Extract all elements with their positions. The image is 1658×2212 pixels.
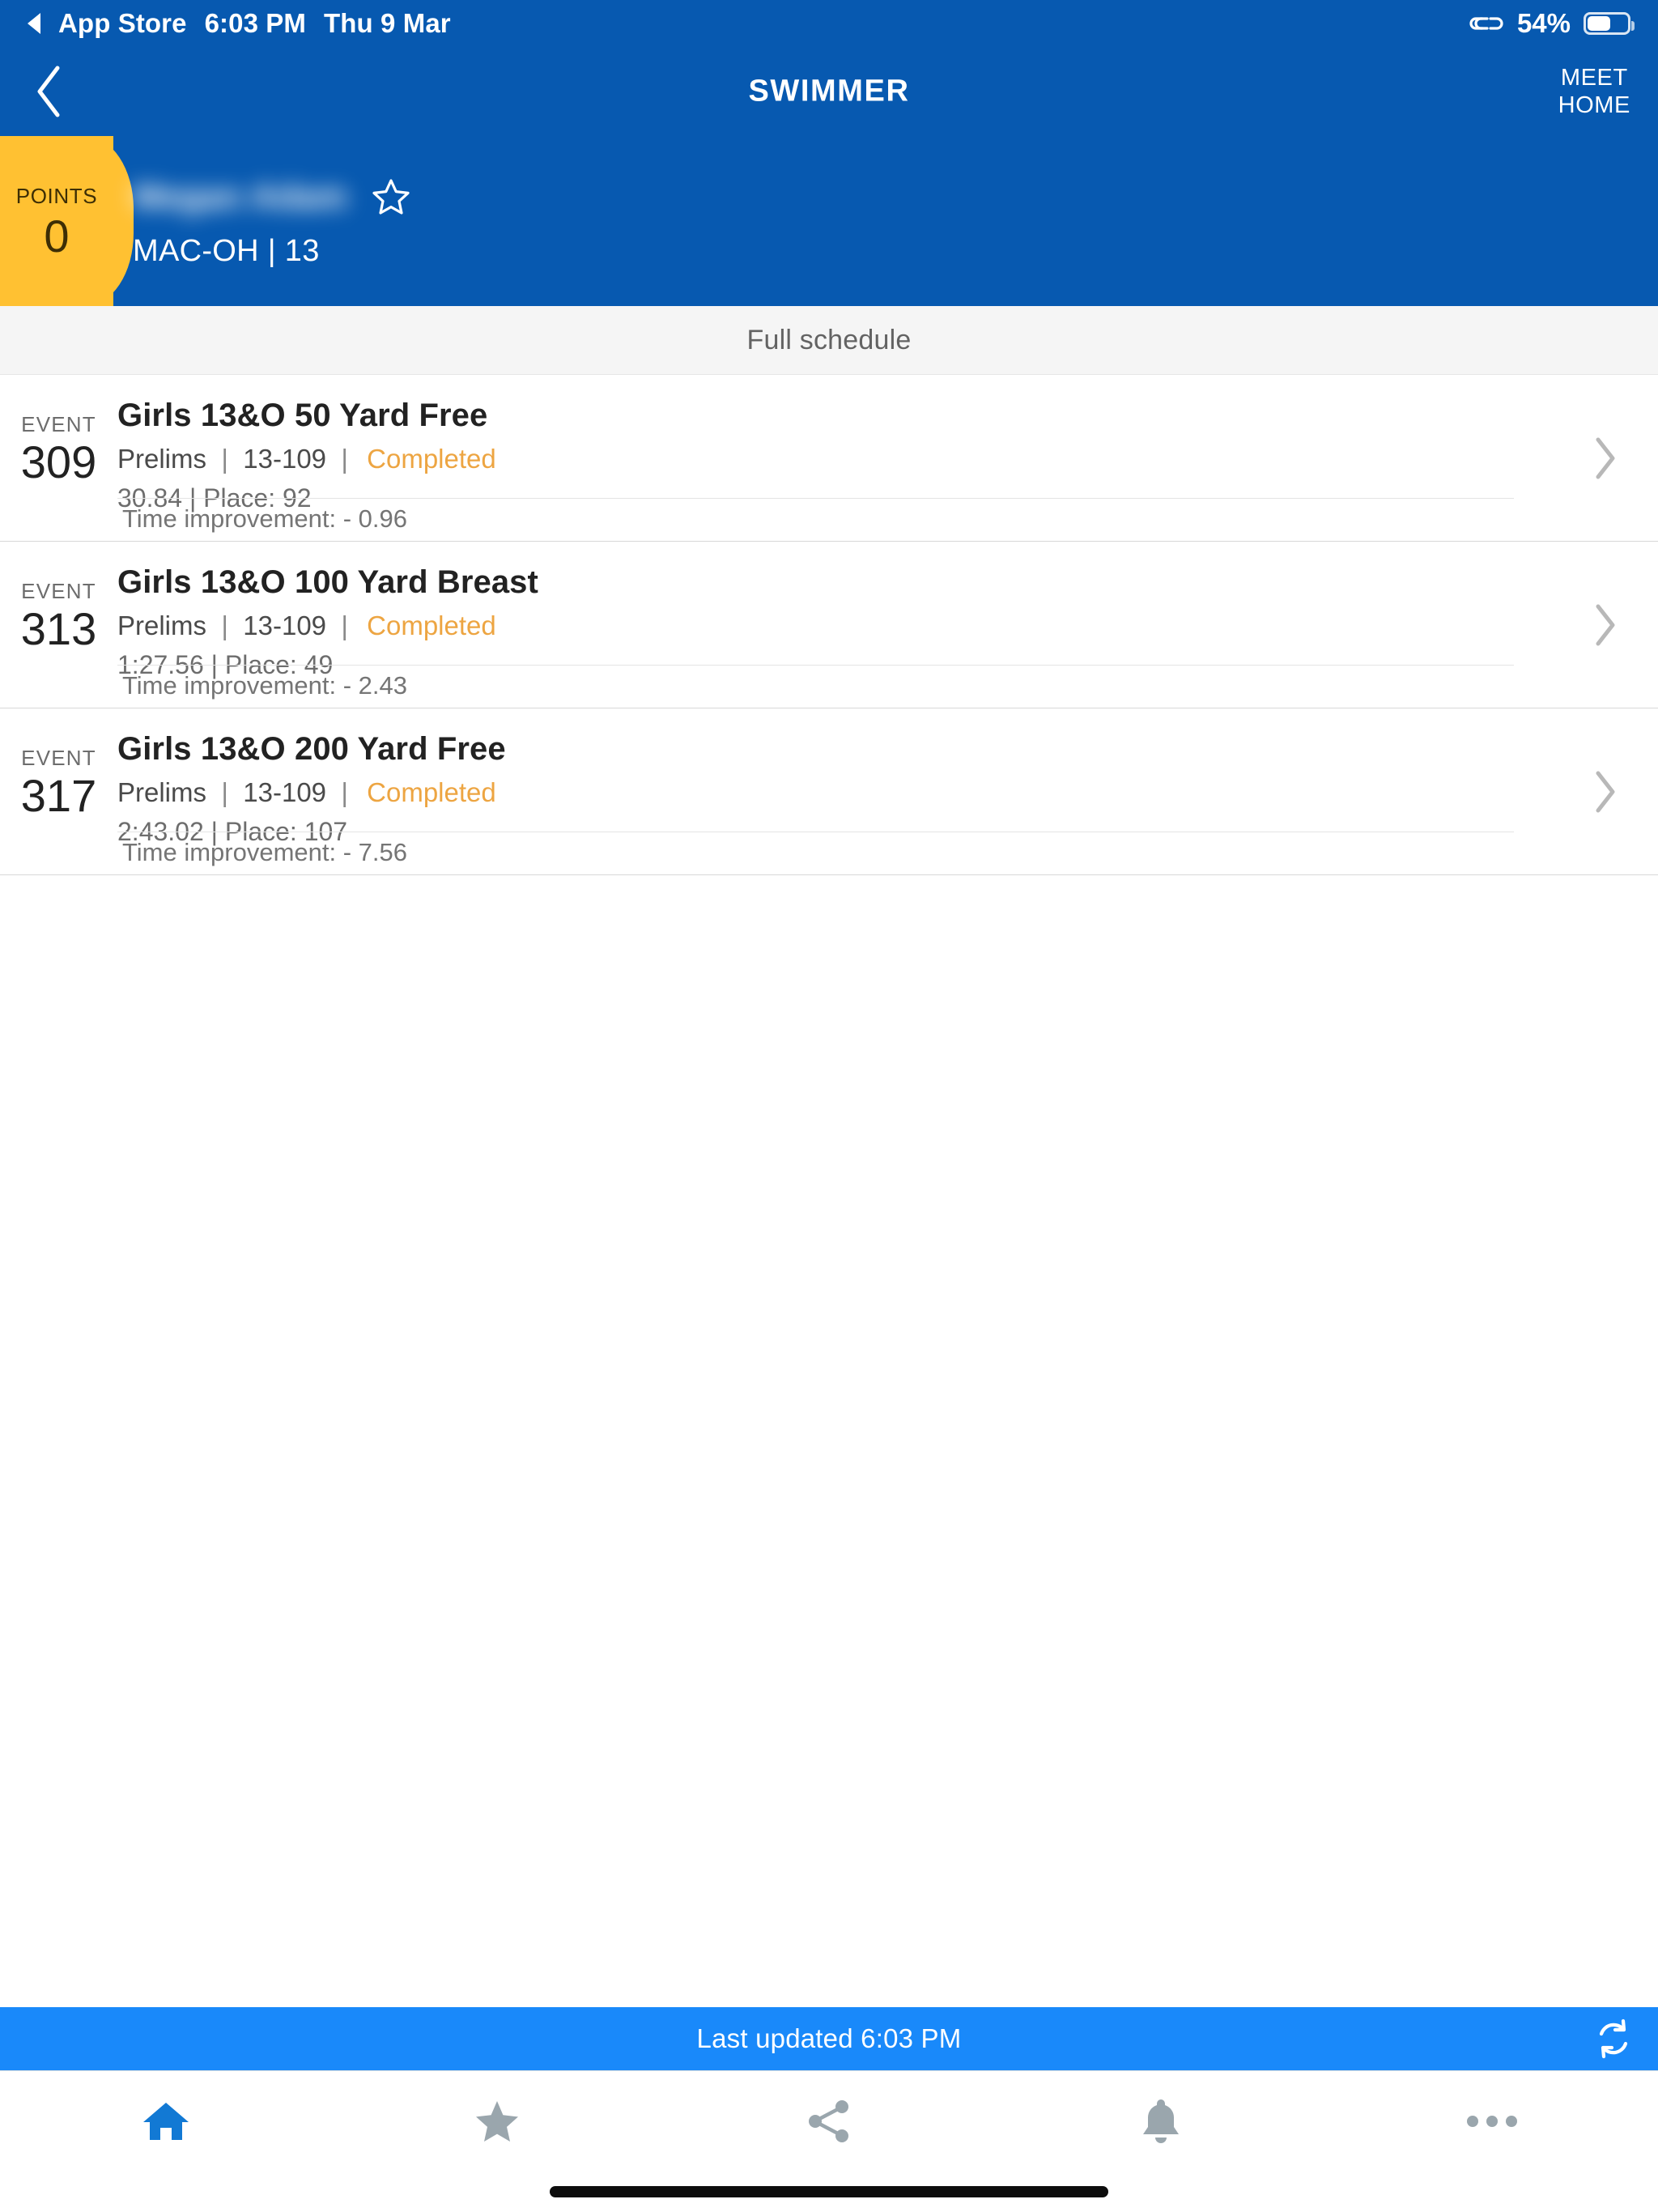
points-value: 0	[44, 210, 70, 262]
event-body: Girls 13&O 50 Yard Free Prelims | 13-109…	[117, 375, 1553, 541]
meta-separator-1: |	[214, 610, 236, 640]
row-chevron[interactable]	[1553, 708, 1658, 874]
swimmer-info: Megan Adam MAC-OH | 13	[133, 136, 414, 306]
event-round: Prelims	[117, 777, 207, 807]
link-icon	[1469, 11, 1504, 36]
event-heat: 13-109	[243, 610, 327, 640]
event-meta: Prelims | 13-109 | Completed	[117, 610, 1553, 641]
home-icon	[142, 2103, 189, 2140]
ellipsis-icon	[1467, 2116, 1518, 2127]
star-outline-icon	[372, 178, 410, 215]
meta-separator-2: |	[334, 610, 348, 640]
swimmer-name-row: Megan Adam	[133, 174, 414, 219]
event-number: 309	[20, 436, 97, 487]
meet-home-line1: MEET	[1560, 64, 1628, 91]
tab-bar	[0, 2070, 1658, 2212]
meta-separator-2: |	[334, 444, 348, 474]
row-inner-divider	[117, 665, 1514, 666]
tab-more[interactable]	[1326, 2089, 1658, 2154]
refresh-button[interactable]	[1587, 2012, 1640, 2065]
status-badge: Completed	[367, 610, 496, 640]
swimmer-name: Megan Adam	[133, 177, 347, 215]
event-number-column: EVENT 317	[0, 708, 117, 874]
event-round: Prelims	[117, 610, 207, 640]
meta-separator-1: |	[214, 444, 236, 474]
meta-separator-2: |	[334, 777, 348, 807]
event-number-column: EVENT 309	[0, 375, 117, 541]
last-updated-label: Last updated 6:03 PM	[696, 2023, 962, 2053]
event-number: 313	[20, 603, 97, 654]
full-schedule-header[interactable]: Full schedule	[0, 306, 1658, 375]
share-icon	[808, 2100, 848, 2142]
event-body: Girls 13&O 100 Yard Breast Prelims | 13-…	[117, 542, 1553, 708]
event-word-label: EVENT	[21, 746, 96, 770]
event-number: 317	[20, 770, 97, 821]
nav-bar: SWIMMER MEET HOME	[0, 47, 1658, 136]
swimmer-team-age: MAC-OH | 13	[133, 233, 320, 268]
event-title: Girls 13&O 100 Yard Breast	[117, 564, 538, 600]
meet-home-line2: HOME	[1558, 92, 1630, 118]
status-badge: Completed	[367, 444, 496, 474]
event-meta: Prelims | 13-109 | Completed	[117, 444, 1553, 474]
swimmer-header: POINTS 0 Megan Adam MAC-OH | 13	[0, 136, 1658, 306]
meet-home-button[interactable]: MEET HOME	[1558, 64, 1630, 119]
tab-favorites[interactable]	[332, 2089, 664, 2154]
chevron-right-icon	[1596, 604, 1615, 645]
table-row[interactable]: EVENT 309 Girls 13&O 50 Yard Free Prelim…	[0, 375, 1658, 542]
row-chevron[interactable]	[1553, 542, 1658, 708]
chevron-right-icon	[1596, 437, 1615, 479]
favorite-star-button[interactable]	[368, 174, 414, 219]
points-label: POINTS	[15, 183, 98, 208]
back-triangle-icon[interactable]	[28, 13, 40, 34]
status-back-app-label[interactable]: App Store	[58, 8, 187, 39]
event-word-label: EVENT	[21, 412, 96, 436]
tab-notifications[interactable]	[995, 2089, 1327, 2154]
status-bar: App Store 6:03 PM Thu 9 Mar 54%	[0, 0, 1658, 47]
status-bar-right: 54%	[1469, 8, 1635, 39]
event-word-label: EVENT	[21, 579, 96, 603]
table-row[interactable]: EVENT 317 Girls 13&O 200 Yard Free Preli…	[0, 708, 1658, 875]
tab-home[interactable]	[0, 2089, 332, 2154]
row-chevron[interactable]	[1553, 375, 1658, 541]
event-list: EVENT 309 Girls 13&O 50 Yard Free Prelim…	[0, 375, 1658, 875]
event-heat: 13-109	[243, 444, 327, 474]
battery-percent-label: 54%	[1516, 8, 1571, 38]
full-schedule-label: Full schedule	[746, 324, 912, 355]
event-time-improvement: Time improvement: - 2.43	[122, 671, 408, 700]
star-icon	[476, 2101, 519, 2142]
bell-icon	[1142, 2099, 1179, 2143]
page-title: SWIMMER	[748, 74, 910, 108]
points-badge: POINTS 0	[0, 136, 113, 306]
status-date: Thu 9 Mar	[324, 8, 451, 38]
event-round: Prelims	[117, 444, 207, 474]
event-time-improvement: Time improvement: - 7.56	[122, 838, 408, 866]
status-time: 6:03 PM	[204, 8, 306, 38]
table-row[interactable]: EVENT 313 Girls 13&O 100 Yard Breast Pre…	[0, 542, 1658, 708]
app-root: App Store 6:03 PM Thu 9 Mar 54% SWIMMER	[0, 0, 1658, 2212]
status-bar-left: App Store 6:03 PM Thu 9 Mar	[28, 8, 451, 39]
meta-separator-1: |	[214, 777, 236, 807]
battery-icon	[1584, 12, 1635, 35]
event-heat: 13-109	[243, 777, 327, 807]
last-updated-bar: Last updated 6:03 PM	[0, 2007, 1658, 2070]
home-indicator	[550, 2186, 1108, 2197]
event-meta: Prelims | 13-109 | Completed	[117, 777, 1553, 808]
tab-share[interactable]	[663, 2089, 995, 2154]
event-body: Girls 13&O 200 Yard Free Prelims | 13-10…	[117, 708, 1553, 874]
row-inner-divider	[117, 498, 1514, 499]
event-title: Girls 13&O 200 Yard Free	[117, 731, 506, 767]
event-time-improvement: Time improvement: - 0.96	[122, 504, 408, 533]
status-badge: Completed	[367, 777, 496, 807]
event-title: Girls 13&O 50 Yard Free	[117, 398, 488, 433]
chevron-right-icon	[1596, 771, 1615, 812]
event-number-column: EVENT 313	[0, 542, 117, 708]
